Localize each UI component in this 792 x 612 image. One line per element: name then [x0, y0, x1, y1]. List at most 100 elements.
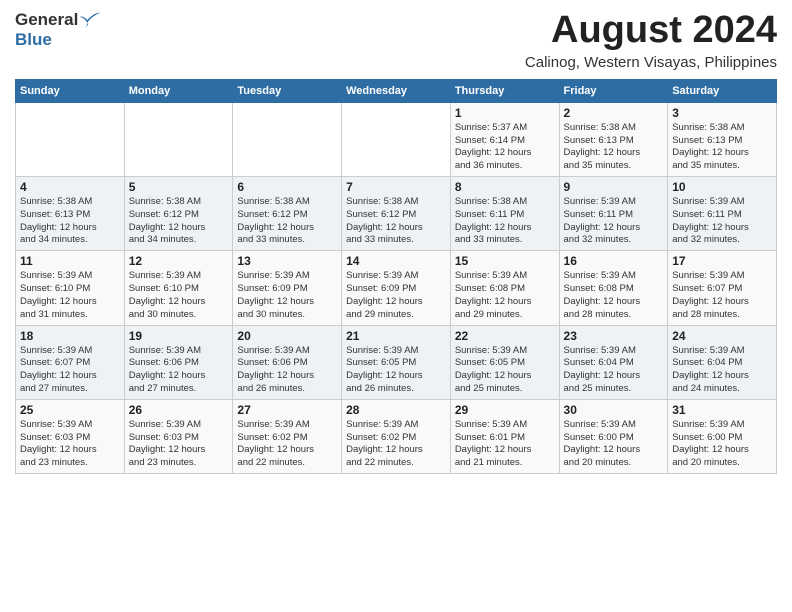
calendar-cell: 4 Sunrise: 5:38 AM Sunset: 6:13 PM Daylig… [16, 177, 125, 251]
calendar-cell: 6 Sunrise: 5:38 AM Sunset: 6:12 PM Daylig… [233, 177, 342, 251]
logo-bird-icon [80, 11, 102, 29]
logo-blue: Blue [15, 30, 52, 50]
day-number: 1 [455, 106, 555, 120]
day-number: 28 [346, 403, 446, 417]
day-number: 17 [672, 254, 772, 268]
day-number: 14 [346, 254, 446, 268]
day-number: 6 [237, 180, 337, 194]
day-number: 30 [564, 403, 664, 417]
day-info: Sunrise: 5:38 AM Sunset: 6:11 PM Dayligh… [455, 196, 555, 247]
day-info: Sunrise: 5:39 AM Sunset: 6:00 PM Dayligh… [564, 419, 664, 470]
calendar-cell: 31 Sunrise: 5:39 AM Sunset: 6:00 PM Dayli… [668, 399, 777, 473]
day-info: Sunrise: 5:39 AM Sunset: 6:01 PM Dayligh… [455, 419, 555, 470]
day-info: Sunrise: 5:39 AM Sunset: 6:08 PM Dayligh… [564, 270, 664, 321]
day-info: Sunrise: 5:39 AM Sunset: 6:07 PM Dayligh… [20, 345, 120, 396]
calendar-cell [124, 102, 233, 176]
calendar-week-5: 25Sunrise: 5:39 AM Sunset: 6:03 PM Dayli… [16, 399, 777, 473]
day-info: Sunrise: 5:39 AM Sunset: 6:10 PM Dayligh… [20, 270, 120, 321]
page-title: August 2024 [525, 10, 777, 52]
calendar-week-4: 18 Sunrise: 5:39 AM Sunset: 6:07 PM Dayli… [16, 325, 777, 399]
calendar-cell: 15 Sunrise: 5:39 AM Sunset: 6:08 PM Dayli… [450, 251, 559, 325]
day-info: Sunrise: 5:39 AM Sunset: 6:07 PM Dayligh… [672, 270, 772, 321]
calendar-cell: 25Sunrise: 5:39 AM Sunset: 6:03 PM Dayli… [16, 399, 125, 473]
day-info: Sunrise: 5:38 AM Sunset: 6:12 PM Dayligh… [237, 196, 337, 247]
day-number: 27 [237, 403, 337, 417]
day-info: Sunrise: 5:39 AM Sunset: 6:09 PM Dayligh… [237, 270, 337, 321]
day-number: 10 [672, 180, 772, 194]
day-info: Sunrise: 5:39 AM Sunset: 6:04 PM Dayligh… [564, 345, 664, 396]
day-number: 18 [20, 329, 120, 343]
day-info: Sunrise: 5:38 AM Sunset: 6:13 PM Dayligh… [20, 196, 120, 247]
day-info: Sunrise: 5:39 AM Sunset: 6:06 PM Dayligh… [237, 345, 337, 396]
calendar-table: SundayMondayTuesdayWednesdayThursdayFrid… [15, 79, 777, 474]
calendar-cell: 8Sunrise: 5:38 AM Sunset: 6:11 PM Daylig… [450, 177, 559, 251]
calendar-cell [16, 102, 125, 176]
day-number: 20 [237, 329, 337, 343]
calendar-cell: 21 Sunrise: 5:39 AM Sunset: 6:05 PM Dayli… [342, 325, 451, 399]
calendar-cell: 11Sunrise: 5:39 AM Sunset: 6:10 PM Dayli… [16, 251, 125, 325]
calendar-cell: 29 Sunrise: 5:39 AM Sunset: 6:01 PM Dayli… [450, 399, 559, 473]
day-info: Sunrise: 5:39 AM Sunset: 6:03 PM Dayligh… [20, 419, 120, 470]
day-number: 16 [564, 254, 664, 268]
calendar-cell [233, 102, 342, 176]
day-number: 4 [20, 180, 120, 194]
logo: General Blue [15, 10, 102, 50]
calendar-body: 1 Sunrise: 5:37 AM Sunset: 6:14 PM Daylig… [16, 102, 777, 473]
day-number: 2 [564, 106, 664, 120]
day-number: 22 [455, 329, 555, 343]
day-info: Sunrise: 5:39 AM Sunset: 6:08 PM Dayligh… [455, 270, 555, 321]
calendar-cell: 30 Sunrise: 5:39 AM Sunset: 6:00 PM Dayli… [559, 399, 668, 473]
day-info: Sunrise: 5:38 AM Sunset: 6:12 PM Dayligh… [129, 196, 229, 247]
day-number: 21 [346, 329, 446, 343]
title-area: August 2024 Calinog, Western Visayas, Ph… [525, 10, 777, 71]
calendar-header: SundayMondayTuesdayWednesdayThursdayFrid… [16, 79, 777, 102]
calendar-cell: 14 Sunrise: 5:39 AM Sunset: 6:09 PM Dayli… [342, 251, 451, 325]
calendar-cell: 9Sunrise: 5:39 AM Sunset: 6:11 PM Daylig… [559, 177, 668, 251]
day-header-friday: Friday [559, 79, 668, 102]
calendar-cell [342, 102, 451, 176]
logo-general: General [15, 10, 78, 30]
day-header-monday: Monday [124, 79, 233, 102]
calendar-cell: 10 Sunrise: 5:39 AM Sunset: 6:11 PM Dayli… [668, 177, 777, 251]
day-number: 23 [564, 329, 664, 343]
calendar-cell: 17 Sunrise: 5:39 AM Sunset: 6:07 PM Dayli… [668, 251, 777, 325]
day-number: 19 [129, 329, 229, 343]
calendar-cell: 19 Sunrise: 5:39 AM Sunset: 6:06 PM Dayli… [124, 325, 233, 399]
day-number: 15 [455, 254, 555, 268]
day-number: 26 [129, 403, 229, 417]
day-info: Sunrise: 5:39 AM Sunset: 6:03 PM Dayligh… [129, 419, 229, 470]
calendar-week-2: 4 Sunrise: 5:38 AM Sunset: 6:13 PM Daylig… [16, 177, 777, 251]
calendar-cell: 24 Sunrise: 5:39 AM Sunset: 6:04 PM Dayli… [668, 325, 777, 399]
calendar-week-3: 11Sunrise: 5:39 AM Sunset: 6:10 PM Dayli… [16, 251, 777, 325]
day-info: Sunrise: 5:39 AM Sunset: 6:00 PM Dayligh… [672, 419, 772, 470]
day-info: Sunrise: 5:39 AM Sunset: 6:04 PM Dayligh… [672, 345, 772, 396]
calendar-cell: 16 Sunrise: 5:39 AM Sunset: 6:08 PM Dayli… [559, 251, 668, 325]
calendar-cell: 18 Sunrise: 5:39 AM Sunset: 6:07 PM Dayli… [16, 325, 125, 399]
calendar-cell: 20 Sunrise: 5:39 AM Sunset: 6:06 PM Dayli… [233, 325, 342, 399]
calendar-cell: 23 Sunrise: 5:39 AM Sunset: 6:04 PM Dayli… [559, 325, 668, 399]
day-info: Sunrise: 5:39 AM Sunset: 6:02 PM Dayligh… [346, 419, 446, 470]
day-info: Sunrise: 5:39 AM Sunset: 6:05 PM Dayligh… [346, 345, 446, 396]
day-info: Sunrise: 5:39 AM Sunset: 6:10 PM Dayligh… [129, 270, 229, 321]
day-info: Sunrise: 5:39 AM Sunset: 6:11 PM Dayligh… [672, 196, 772, 247]
day-info: Sunrise: 5:39 AM Sunset: 6:09 PM Dayligh… [346, 270, 446, 321]
day-number: 24 [672, 329, 772, 343]
day-info: Sunrise: 5:37 AM Sunset: 6:14 PM Dayligh… [455, 122, 555, 173]
calendar-cell: 1 Sunrise: 5:37 AM Sunset: 6:14 PM Daylig… [450, 102, 559, 176]
calendar-cell: 3Sunrise: 5:38 AM Sunset: 6:13 PM Daylig… [668, 102, 777, 176]
calendar-cell: 28 Sunrise: 5:39 AM Sunset: 6:02 PM Dayli… [342, 399, 451, 473]
calendar-cell: 13 Sunrise: 5:39 AM Sunset: 6:09 PM Dayli… [233, 251, 342, 325]
header: General Blue August 2024 Calinog, Wester… [15, 10, 777, 71]
day-header-tuesday: Tuesday [233, 79, 342, 102]
day-number: 31 [672, 403, 772, 417]
calendar-cell: 2Sunrise: 5:38 AM Sunset: 6:13 PM Daylig… [559, 102, 668, 176]
day-header-wednesday: Wednesday [342, 79, 451, 102]
day-number: 29 [455, 403, 555, 417]
days-of-week-row: SundayMondayTuesdayWednesdayThursdayFrid… [16, 79, 777, 102]
calendar-cell: 26 Sunrise: 5:39 AM Sunset: 6:03 PM Dayli… [124, 399, 233, 473]
day-number: 13 [237, 254, 337, 268]
day-info: Sunrise: 5:39 AM Sunset: 6:06 PM Dayligh… [129, 345, 229, 396]
day-header-thursday: Thursday [450, 79, 559, 102]
page-subtitle: Calinog, Western Visayas, Philippines [525, 54, 777, 71]
calendar-cell: 5Sunrise: 5:38 AM Sunset: 6:12 PM Daylig… [124, 177, 233, 251]
